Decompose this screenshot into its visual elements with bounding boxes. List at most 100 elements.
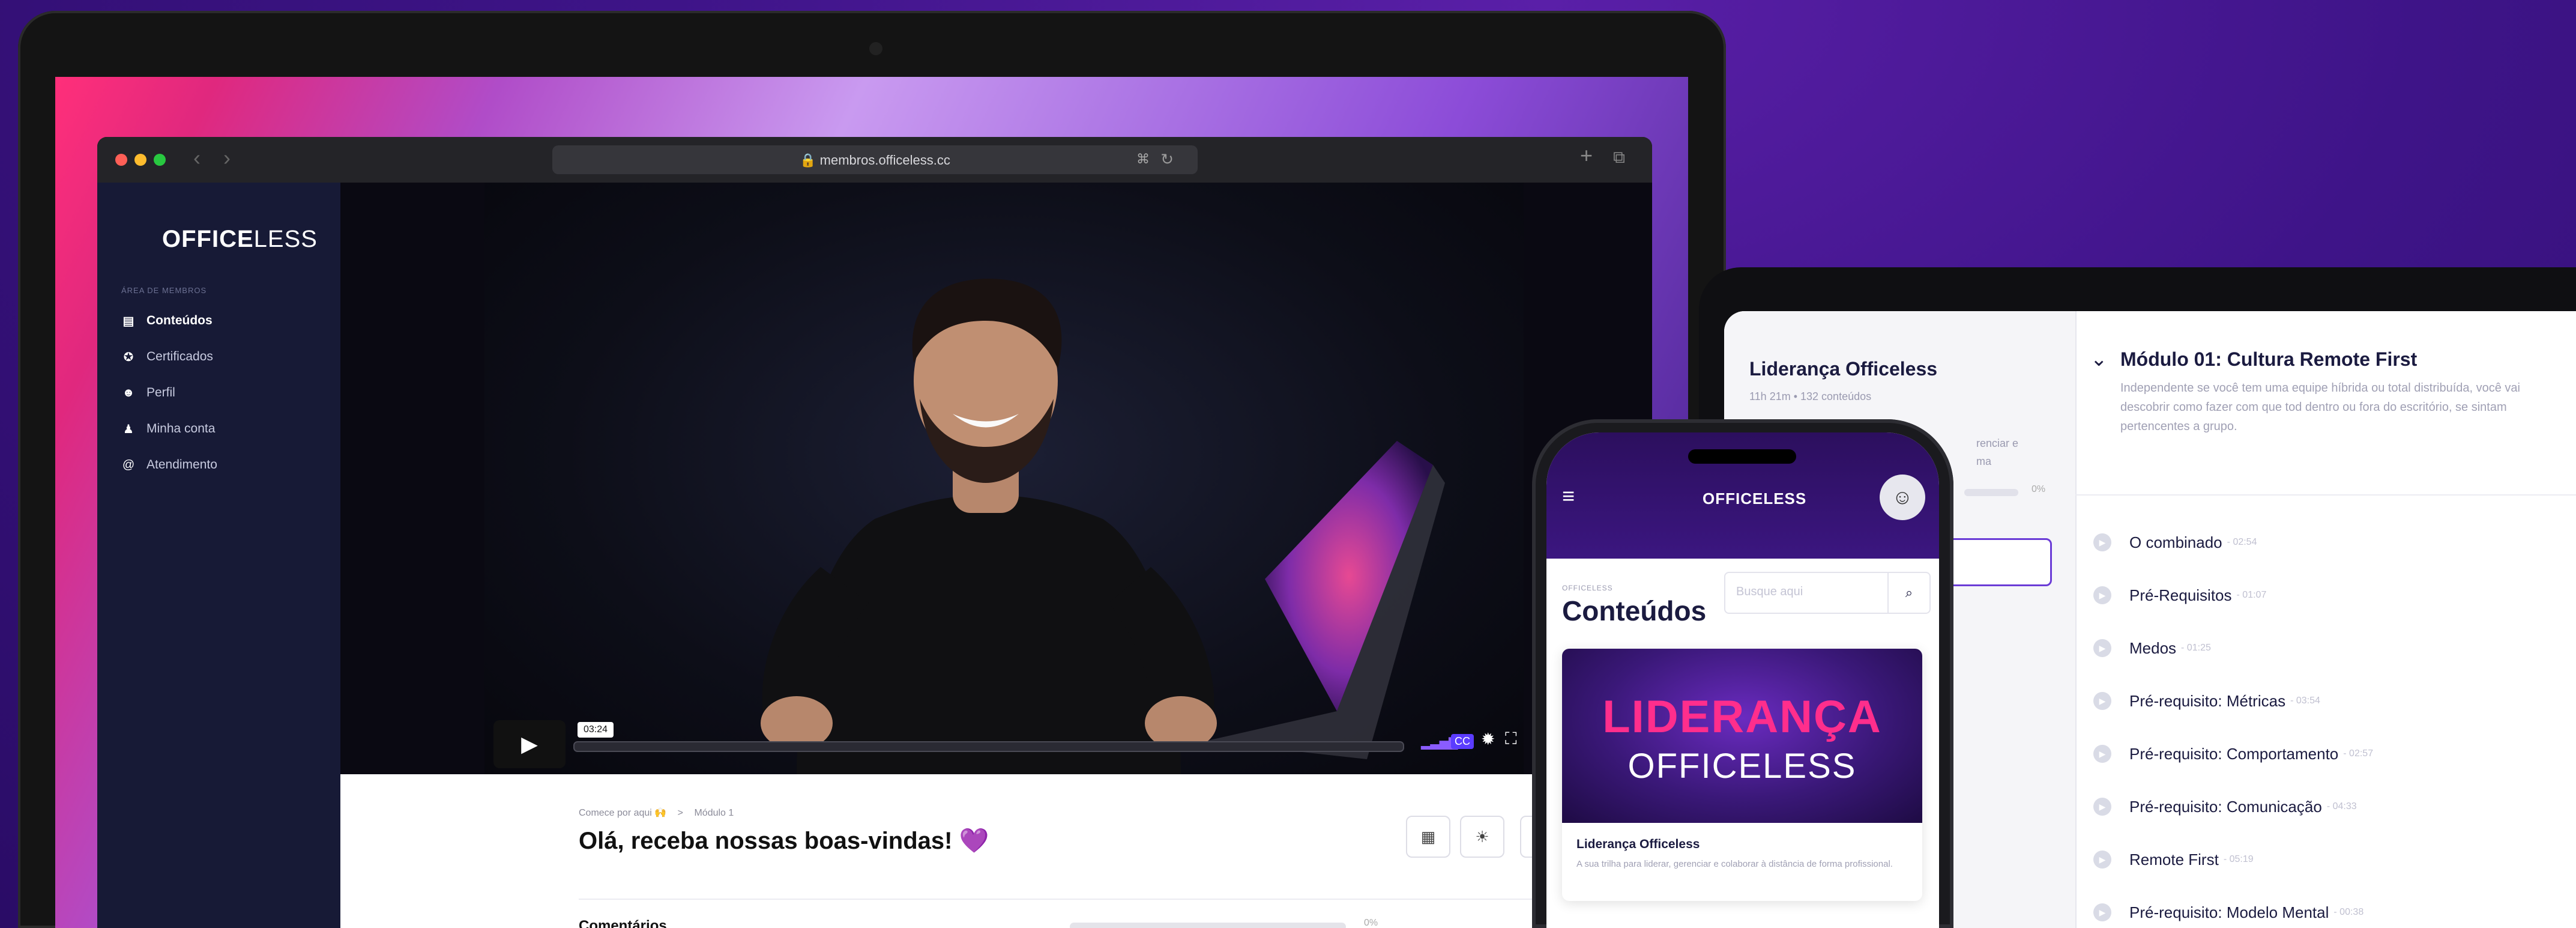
- play-circle-icon: ▶: [2093, 745, 2111, 763]
- course-title: Liderança Officeless: [1749, 358, 1938, 380]
- play-circle-icon: ▶: [2093, 851, 2111, 869]
- sidebar-item-conteudos[interactable]: ▤ Conteúdos: [121, 309, 213, 333]
- lock-icon: 🔒: [800, 153, 820, 168]
- lightbulb-icon: ☀: [1475, 827, 1489, 846]
- sidebar-item-label: Certificados: [146, 350, 213, 363]
- sidebar-item-minha-conta[interactable]: ♟ Minha conta: [121, 417, 215, 441]
- sidebar-item-label: Perfil: [146, 386, 175, 399]
- tablet-progress-pct: 0%: [2032, 484, 2046, 494]
- address-bar[interactable]: 🔒 membros.officeless.cc ⌘ ↻: [552, 145, 1198, 174]
- maximize-window-button[interactable]: [154, 154, 166, 166]
- comments-heading: Comentários: [579, 918, 667, 928]
- lesson-duration: 03:54: [2296, 696, 2320, 706]
- lesson-item[interactable]: ▶ Pré-requisito: Métricas - 03:54: [2093, 683, 2574, 719]
- translate-icon[interactable]: ⌘: [1136, 151, 1150, 167]
- reload-icon[interactable]: ↻: [1160, 150, 1174, 169]
- lesson-list-button[interactable]: ▦: [1406, 816, 1450, 858]
- play-circle-icon: ▶: [2093, 692, 2111, 710]
- minimize-window-button[interactable]: [134, 154, 146, 166]
- course-card-description: A sua trilha para liderar, gerenciar e c…: [1576, 859, 1893, 869]
- phone-notch: [1688, 449, 1796, 464]
- lesson-duration: 01:07: [2242, 590, 2267, 600]
- back-icon[interactable]: ‹: [193, 145, 201, 171]
- lesson-duration: 01:25: [2186, 643, 2211, 653]
- breadcrumb: Comece por aqui 🙌 > Módulo 1: [579, 807, 734, 819]
- video-player[interactable]: ▶ 03:24 ▂▃▅▇ CC ✹ ⛶: [340, 183, 1652, 774]
- course-banner: LIDERANÇA OFFICELESS: [1562, 649, 1922, 823]
- search-input[interactable]: Busque aqui ⌕: [1724, 572, 1931, 614]
- phone-screen: ≡ OFFICELESS ☺ OFFICELESS Conteúdos Busq…: [1546, 432, 1939, 928]
- video-progress-bar[interactable]: [573, 741, 1404, 752]
- play-circle-icon: ▶: [2093, 639, 2111, 657]
- camera: [869, 42, 882, 55]
- captions-icon[interactable]: CC: [1451, 734, 1474, 749]
- certificate-icon: ✪: [123, 350, 134, 364]
- contents-icon: ▤: [122, 314, 134, 328]
- presenter-image: [761, 279, 1445, 774]
- lesson-title: Medos: [2129, 638, 2177, 657]
- course-progress-pct: 0%: [1364, 918, 1378, 928]
- sidebar-item-label: Conteúdos: [146, 314, 213, 327]
- play-button[interactable]: ▶: [493, 720, 566, 768]
- lightbulb-button[interactable]: ☀: [1460, 816, 1504, 858]
- lesson-item[interactable]: ▶ Medos - 01:25: [2093, 630, 2574, 666]
- course-desc-fragment: renciar e: [1976, 437, 2019, 449]
- browser-window: ‹ › 🔒 membros.officeless.cc ⌘ ↻ + ⧉ OFFI…: [97, 137, 1652, 928]
- divider: [2075, 494, 2576, 496]
- sidebar-item-certificados[interactable]: ✪ Certificados: [121, 345, 213, 369]
- continue-button[interactable]: [1940, 538, 2052, 586]
- course-progress-bar: [1070, 923, 1346, 928]
- lesson-title: Pré-requisito: Comportamento: [2129, 744, 2339, 763]
- close-window-button[interactable]: [115, 154, 127, 166]
- fullscreen-icon[interactable]: ⛶: [1505, 729, 1517, 749]
- banner-line-1: LIDERANÇA: [1602, 691, 1882, 742]
- lesson-item[interactable]: ▶ Pré-Requisitos - 01:07: [2093, 577, 2574, 613]
- officeless-logo: OFFICELESS: [1703, 490, 1807, 508]
- lesson-duration: 05:19: [2229, 854, 2254, 864]
- tabs-overview-icon[interactable]: ⧉: [1613, 148, 1625, 168]
- sidebar-item-atendimento[interactable]: @ Atendimento: [121, 453, 217, 477]
- lesson-title: Pré-requisito: Comunicação: [2129, 797, 2322, 816]
- lesson-item[interactable]: ▶ O combinado - 02:54: [2093, 524, 2574, 560]
- lesson-item[interactable]: ▶ Remote First - 05:19: [2093, 842, 2574, 878]
- sidebar-item-perfil[interactable]: ☻ Perfil: [121, 381, 175, 405]
- forward-icon[interactable]: ›: [223, 145, 231, 171]
- lesson-duration: 02:57: [2349, 748, 2374, 759]
- tablet-progress-bar: [1964, 489, 2018, 496]
- lesson-item[interactable]: ▶ Pré-requisito: Comunicação - 04:33: [2093, 789, 2574, 825]
- laptop-screen: ‹ › 🔒 membros.officeless.cc ⌘ ↻ + ⧉ OFFI…: [55, 77, 1688, 928]
- course-card-title: Liderança Officeless: [1576, 837, 1700, 851]
- module-title[interactable]: Módulo 01: Cultura Remote First: [2120, 348, 2417, 371]
- chevron-down-icon[interactable]: ⌄: [2090, 347, 2108, 371]
- lesson-duration: 02:54: [2233, 537, 2257, 547]
- list-icon: ▦: [1420, 827, 1436, 846]
- breadcrumb-root[interactable]: Comece por aqui 🙌: [579, 808, 666, 818]
- lesson-duration: 00:38: [2339, 907, 2364, 917]
- lesson-title: Pré-requisito: Modelo Mental: [2129, 903, 2329, 921]
- profile-icon: ☻: [122, 386, 135, 399]
- at-icon: @: [122, 458, 135, 472]
- sidebar-caption: ÁREA DE MEMBROS: [121, 286, 207, 295]
- account-icon: ♟: [123, 422, 134, 436]
- browser-toolbar: ‹ › 🔒 membros.officeless.cc ⌘ ↻ + ⧉: [97, 137, 1652, 183]
- divider: [579, 899, 1617, 900]
- sidebar-item-label: Atendimento: [146, 458, 217, 472]
- phone-page-title: Conteúdos: [1562, 595, 1707, 626]
- lesson-item[interactable]: ▶ Pré-requisito: Modelo Mental - 00:38: [2093, 894, 2574, 928]
- lesson-title: O combinado: [2129, 533, 2222, 551]
- search-icon[interactable]: ⌕: [1887, 573, 1929, 613]
- settings-icon[interactable]: ✹: [1481, 729, 1495, 749]
- video-frame: ▶ 03:24 ▂▃▅▇ CC ✹ ⛶: [484, 183, 1524, 774]
- lesson-duration: 04:33: [2332, 801, 2357, 811]
- sidebar: OFFICELESS ÁREA DE MEMBROS ▤ Conteúdos ✪…: [97, 183, 340, 928]
- new-tab-icon[interactable]: +: [1580, 143, 1593, 168]
- lesson-title: Pré-requisito: Métricas: [2129, 691, 2286, 710]
- lesson-item[interactable]: ▶ Pré-requisito: Comportamento - 02:57: [2093, 736, 2574, 772]
- course-card[interactable]: LIDERANÇA OFFICELESS Liderança Officeles…: [1562, 649, 1922, 901]
- menu-icon[interactable]: ≡: [1562, 484, 1575, 509]
- breadcrumb-current[interactable]: Módulo 1: [694, 808, 734, 818]
- banner-line-2: OFFICELESS: [1627, 747, 1857, 786]
- avatar[interactable]: ☺: [1880, 475, 1925, 520]
- sidebar-item-label: Minha conta: [146, 422, 216, 435]
- course-desc-fragment: ma: [1976, 455, 1992, 467]
